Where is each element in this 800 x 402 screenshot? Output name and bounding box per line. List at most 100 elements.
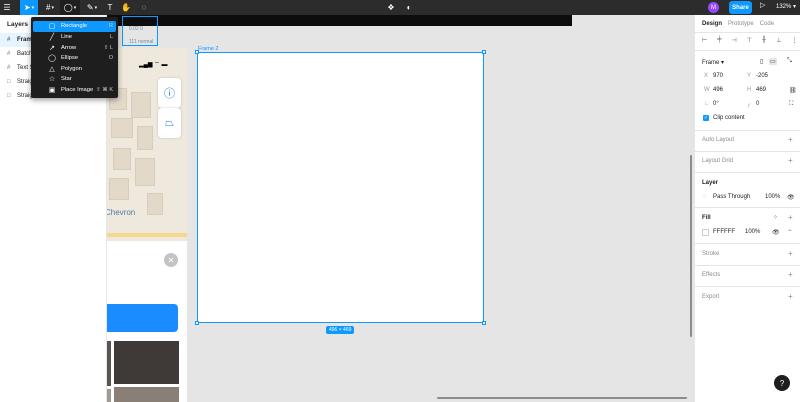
landscape-icon[interactable]: ▭ xyxy=(769,58,777,65)
comment-tool-button[interactable]: ◌ xyxy=(138,0,150,15)
add-export-icon[interactable]: + xyxy=(788,292,793,301)
w-label: W xyxy=(704,87,710,93)
add-effect-icon[interactable]: + xyxy=(788,270,793,279)
fill-opacity-input[interactable]: 100% xyxy=(745,229,760,235)
wifi-icon: ⌔ xyxy=(154,62,160,68)
selected-frame[interactable] xyxy=(197,52,484,323)
share-button[interactable]: Share xyxy=(729,1,752,14)
divider xyxy=(695,243,800,244)
text-tool-button[interactable]: T xyxy=(104,0,116,15)
photo-thumb xyxy=(114,341,179,384)
section-icon: □ xyxy=(7,79,11,85)
chevron-down-icon: ▾ xyxy=(94,4,98,11)
rectangle-icon: ▢ xyxy=(48,23,56,31)
resize-handle[interactable] xyxy=(482,321,486,325)
section-icon: □ xyxy=(7,93,11,99)
fill-color-swatch[interactable] xyxy=(702,229,709,236)
tab-code[interactable]: Code xyxy=(760,21,774,27)
remove-fill-icon[interactable]: − xyxy=(788,228,792,234)
add-auto-layout-icon[interactable]: + xyxy=(788,135,793,144)
move-tool-button[interactable]: ➤ ▾ xyxy=(20,0,38,15)
fill-hex-input[interactable]: FFFFFF xyxy=(713,229,735,235)
divider xyxy=(695,207,800,208)
menu-item-label: Ellipse xyxy=(61,55,79,62)
align-bottom-icon[interactable]: ⊥ xyxy=(776,37,781,44)
frame-type-dropdown[interactable]: Frame ▾ xyxy=(702,59,724,66)
tab-prototype[interactable]: Prototype xyxy=(728,21,754,27)
top-toolbar: ☰ ➤ ▾ # ▾ ◯ ▾ ✎ ▾ T ✋ ◌ ❖ ◐ M Share ▷ 132% ▾ xyxy=(0,0,800,15)
help-button[interactable]: ? xyxy=(774,375,790,391)
rotation-input[interactable]: 0° xyxy=(713,101,719,107)
layout-grid-header: Layout Grid xyxy=(702,158,734,164)
style-grid-icon[interactable]: ⁘ xyxy=(773,214,778,221)
horizontal-scrollbar[interactable] xyxy=(437,397,687,399)
canvas-top-strip xyxy=(107,15,572,26)
text-icon: T xyxy=(107,3,113,12)
vertical-scrollbar[interactable] xyxy=(690,155,692,337)
comment-icon: ◌ xyxy=(141,3,147,12)
size-badge: 496 × 469 xyxy=(326,326,355,334)
menu-item-line[interactable]: ╱ Line L xyxy=(33,32,116,43)
height-input[interactable]: 469 xyxy=(756,87,766,93)
align-top-icon[interactable]: ⊤ xyxy=(747,37,752,44)
corner-radius-input[interactable]: 0 xyxy=(756,101,759,107)
auto-layout-header: Auto Layout xyxy=(702,137,735,143)
independent-corners-icon[interactable]: ⛶ xyxy=(789,101,793,108)
avatar[interactable]: M xyxy=(708,2,719,13)
signal-icon: ▂▄▆ xyxy=(139,62,153,68)
menu-item-label: Rectangle xyxy=(61,23,88,30)
add-fill-icon[interactable]: + xyxy=(788,213,793,222)
align-right-icon[interactable]: ⊣ xyxy=(732,37,737,44)
distribute-icon[interactable]: ⋮ xyxy=(791,37,797,44)
portrait-icon[interactable]: ▯ xyxy=(760,58,763,65)
contrast-button[interactable]: ◐ xyxy=(402,0,416,15)
blend-mode-dropdown[interactable]: Pass Through xyxy=(713,194,750,200)
shape-tool-button[interactable]: ◯ ▾ xyxy=(60,0,80,15)
menu-item-star[interactable]: ☆ Star xyxy=(33,74,116,85)
align-left-icon[interactable]: ⊢ xyxy=(702,37,707,44)
menu-item-shortcut: L xyxy=(109,34,113,41)
align-center-h-icon[interactable]: ╪ xyxy=(717,37,721,44)
pen-tool-button[interactable]: ✎ ▾ xyxy=(84,0,100,15)
menu-item-shortcut: O xyxy=(108,55,113,62)
main-menu-button[interactable]: ☰ xyxy=(0,0,14,15)
menu-item-place-image[interactable]: ▣ Place Image ⇧ ⌘ K xyxy=(33,85,116,96)
resize-handle[interactable] xyxy=(195,50,199,54)
menu-item-ellipse[interactable]: ◯ Ellipse O xyxy=(33,53,116,64)
resize-handle[interactable] xyxy=(482,50,486,54)
frame-tool-button[interactable]: # ▾ xyxy=(42,0,58,15)
zoom-dropdown[interactable]: 132% ▾ xyxy=(776,3,796,10)
hand-tool-button[interactable]: ✋ xyxy=(120,0,132,15)
y-input[interactable]: -205 xyxy=(756,73,768,79)
chevron-down-icon: ▾ xyxy=(73,4,77,11)
clip-content-checkbox[interactable]: ✓ xyxy=(703,115,709,121)
constrain-proportions-icon[interactable]: ⛓ xyxy=(789,87,797,94)
tab-design[interactable]: Design xyxy=(702,21,722,27)
menu-item-rectangle[interactable]: ▢ Rectangle R xyxy=(33,21,116,32)
present-button[interactable]: ▷ xyxy=(760,1,765,9)
chevron-down-icon: ▾ xyxy=(793,4,797,10)
resize-to-fit-icon[interactable]: ⤡ xyxy=(787,58,792,65)
canvas[interactable]: Chevron ▂▄▆ ⌔ ▬ ⓘ ⏢ ✕ s D 0.02 0 111 nor… xyxy=(107,15,694,402)
menu-item-polygon[interactable]: △ Polygon xyxy=(33,64,116,75)
x-input[interactable]: 970 xyxy=(713,73,723,79)
layer-opacity-input[interactable]: 100% xyxy=(765,194,780,200)
eye-icon[interactable]: 👁 xyxy=(772,229,780,236)
mini-text-line: 111 normal xyxy=(129,39,154,45)
menu-item-arrow[interactable]: ↗ Arrow ⇧ L xyxy=(33,43,116,54)
resize-handle[interactable] xyxy=(195,321,199,325)
add-layout-grid-icon[interactable]: + xyxy=(788,156,793,165)
polygon-icon: △ xyxy=(49,65,55,73)
eye-icon[interactable]: 👁 xyxy=(787,194,795,201)
chevron-down-icon: ▾ xyxy=(51,4,54,11)
component-button[interactable]: ❖ xyxy=(384,0,398,15)
menu-item-shortcut: ⇧ ⌘ K xyxy=(96,86,113,93)
align-center-v-icon[interactable]: ╫ xyxy=(762,37,766,44)
map-info-button: ⓘ xyxy=(158,78,181,108)
width-input[interactable]: 496 xyxy=(713,87,723,93)
map-road xyxy=(107,233,187,237)
menu-item-label: Polygon xyxy=(61,65,82,72)
layers-header: Layers xyxy=(7,21,28,28)
add-stroke-icon[interactable]: + xyxy=(788,249,793,258)
stroke-header: Stroke xyxy=(702,251,720,257)
